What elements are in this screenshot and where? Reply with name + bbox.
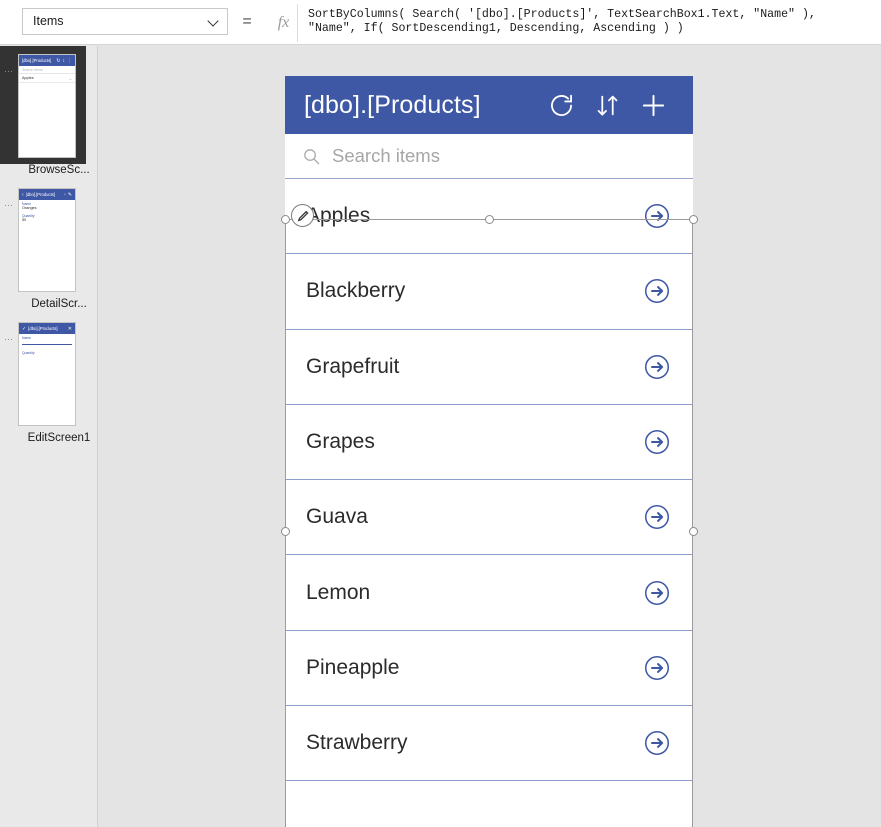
thumb-arrow-icon: →: [68, 75, 72, 81]
thumb-check-icon: ✓: [22, 325, 27, 332]
chevron-down-icon: [209, 16, 220, 27]
thumb-title: [dbo].[Products]: [28, 326, 58, 331]
equals-sign: =: [242, 12, 252, 30]
arrow-right-circle-icon[interactable]: [644, 580, 670, 606]
gallery-item-label: Apples: [306, 204, 371, 228]
screen-context-menu-icon[interactable]: ⋯: [0, 188, 18, 211]
thumb-field: Quantity: [19, 349, 75, 357]
gallery-item[interactable]: Apples: [285, 179, 693, 255]
gallery-item-label: Grapefruit: [306, 354, 400, 378]
gallery-item[interactable]: Lemon: [285, 555, 693, 631]
thumb-list-item: Apples →: [19, 74, 75, 83]
gallery-item-label: Pineapple: [306, 655, 400, 679]
thumb-text-input: [22, 344, 72, 345]
phone-preview: [dbo].[Products] Search items Apples Bla…: [285, 76, 693, 827]
thumb-field: Quantity 50: [19, 212, 75, 224]
thumb-title: [dbo].[Products]: [25, 192, 56, 197]
thumb-search-placeholder: Search items: [19, 66, 75, 74]
plus-icon[interactable]: [630, 82, 676, 128]
thumb-field-value: 50: [22, 218, 27, 222]
arrow-right-circle-icon[interactable]: [644, 429, 670, 455]
thumb-header: [dbo].[Products] ↻ ↕ ⋮: [19, 55, 75, 66]
thumb-delete-icon: ▫: [64, 191, 66, 198]
thumb-edit-icon: ✎: [67, 191, 72, 198]
thumb-field-label: Name: [22, 336, 32, 340]
screen-label-detail: DetailScr...: [31, 298, 87, 310]
thumb-back-icon: ‹: [22, 191, 24, 198]
thumb-field: Name Oranges: [19, 200, 75, 212]
product-gallery[interactable]: Apples Blackberry Grapefruit Grapes Guava Lem…: [285, 178, 693, 827]
sidebar-item-editscreen[interactable]: ⋯ ✓ [dbo].[Products] ✕ Name Quantity Edi…: [0, 310, 98, 444]
page-title: [dbo].[Products]: [304, 90, 481, 119]
arrow-right-circle-icon[interactable]: [644, 504, 670, 530]
app-header: [dbo].[Products]: [285, 76, 693, 134]
screen-label-edit: EditScreen1: [27, 432, 91, 444]
sidebar-item-browsescreen[interactable]: ⋯ [dbo].[Products] ↻ ↕ ⋮ Search items Ap…: [0, 46, 98, 176]
gallery-item-label: Guava: [306, 505, 368, 529]
gallery-item-label: Strawberry: [306, 731, 408, 755]
thumb-more-icon: ⋮: [67, 57, 72, 64]
arrow-right-circle-icon[interactable]: [644, 354, 670, 380]
gallery-item[interactable]: Grapefruit: [285, 329, 693, 405]
refresh-icon[interactable]: [538, 82, 584, 128]
search-bar: [285, 134, 693, 178]
property-select[interactable]: Items: [22, 8, 228, 35]
screen-thumbnail-edit[interactable]: ✓ [dbo].[Products] ✕ Name Quantity: [18, 322, 76, 426]
app-canvas: [dbo].[Products] Search items Apples Bla…: [99, 46, 881, 827]
screen-sidebar: ⋯ [dbo].[Products] ↻ ↕ ⋮ Search items Ap…: [0, 46, 98, 827]
arrow-right-circle-icon[interactable]: [644, 730, 670, 756]
arrow-right-circle-icon[interactable]: [644, 203, 670, 229]
thumb-field-value: Oranges: [22, 206, 37, 210]
thumb-cancel-icon: ✕: [67, 325, 72, 332]
search-icon: [302, 147, 321, 166]
function-icon: fx: [270, 4, 298, 42]
thumb-header: ✓ [dbo].[Products] ✕: [19, 323, 75, 334]
screen-thumbnail-browse[interactable]: [dbo].[Products] ↻ ↕ ⋮ Search items Appl…: [18, 54, 76, 158]
gallery-item[interactable]: Guava: [285, 480, 693, 556]
gallery-item-label: Blackberry: [306, 279, 406, 303]
thumb-refresh-icon: ↻: [56, 57, 61, 64]
search-input[interactable]: [332, 145, 676, 167]
gallery-item[interactable]: Blackberry: [285, 254, 693, 330]
sidebar-item-detailscreen[interactable]: ⋯ ‹ [dbo].[Products] ▫ ✎ Name Oranges Qu…: [0, 176, 98, 310]
screen-context-menu-icon[interactable]: ⋯: [0, 322, 18, 345]
formula-input[interactable]: SortByColumns( Search( '[dbo].[Products]…: [308, 8, 881, 36]
thumb-sort-icon: ↕: [62, 57, 66, 64]
property-select-value: Items: [33, 14, 64, 29]
formula-bar: Items = fx SortByColumns( Search( '[dbo]…: [0, 0, 881, 45]
thumb-header: ‹ [dbo].[Products] ▫ ✎: [19, 189, 75, 200]
gallery-item[interactable]: Strawberry: [285, 706, 693, 782]
thumb-field-label: Quantity: [22, 351, 35, 355]
screen-context-menu-icon[interactable]: ⋯: [0, 54, 18, 77]
thumb-title: [dbo].[Products]: [22, 58, 52, 63]
sort-icon[interactable]: [584, 82, 630, 128]
gallery-item[interactable]: Pineapple: [285, 630, 693, 707]
screen-thumbnail-detail[interactable]: ‹ [dbo].[Products] ▫ ✎ Name Oranges Quan…: [18, 188, 76, 292]
arrow-right-circle-icon[interactable]: [644, 655, 670, 681]
gallery-item-label: Lemon: [306, 580, 371, 604]
gallery-item-label: Grapes: [306, 430, 375, 454]
thumb-list-item-label: Apples: [22, 76, 34, 80]
thumb-field: Name: [19, 334, 75, 342]
arrow-right-circle-icon[interactable]: [644, 278, 670, 304]
gallery-item[interactable]: Grapes: [285, 404, 693, 481]
